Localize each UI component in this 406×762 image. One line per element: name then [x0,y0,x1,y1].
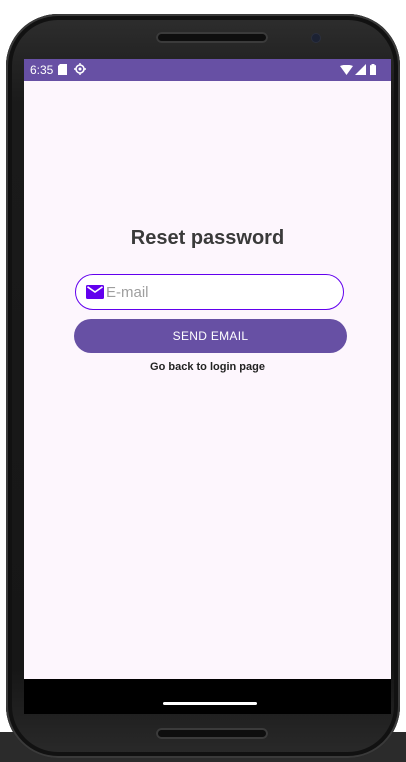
send-email-button[interactable]: SEND EMAIL [74,319,347,353]
mail-icon [86,285,104,299]
back-to-login-link[interactable]: Go back to login page [24,361,391,373]
battery-icon [370,64,376,75]
gps-icon [74,63,86,75]
email-field[interactable] [75,274,344,310]
home-gesture-handle[interactable] [163,702,257,705]
email-input[interactable] [106,283,306,301]
status-time: 6:35 [30,63,54,77]
signal-icon [355,64,366,75]
wifi-icon [340,65,353,75]
sd-card-icon [58,64,67,75]
bottom-speaker-grille [156,728,268,739]
window-background-top [0,0,406,14]
status-bar: 6:35 [24,59,391,81]
top-speaker-grille [156,32,268,43]
front-camera-icon [312,34,320,42]
navigation-bar [24,679,391,714]
app-screen: 6:35 Reset password SEND EMAIL Go back t… [24,59,391,679]
page-title: Reset password [130,227,285,249]
